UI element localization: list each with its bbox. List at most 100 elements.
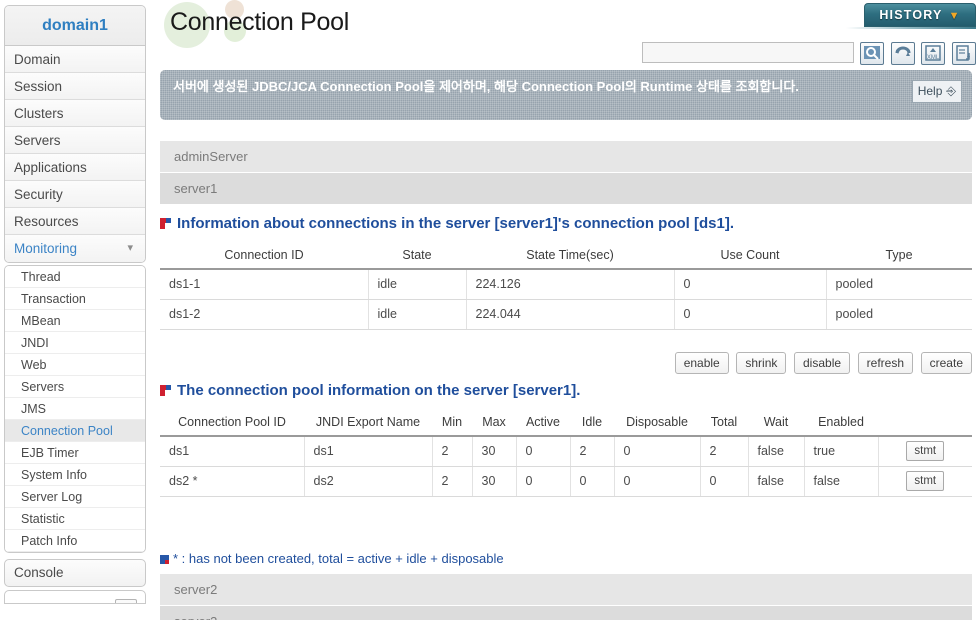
domain-title: domain1 [5, 6, 145, 46]
table-row[interactable]: ds1-2 idle 224.044 0 pooled [160, 299, 972, 330]
sidebar-item-connection-pool[interactable]: Connection Pool [5, 420, 145, 442]
sidebar-item-servers-monitoring[interactable]: Servers [5, 376, 145, 398]
cell-enabled: true [804, 436, 879, 467]
search-icon[interactable] [860, 42, 885, 65]
stmt-button[interactable]: stmt [906, 441, 945, 462]
cell-idle: 2 [570, 436, 615, 467]
help-button[interactable]: Help ⎆ [911, 80, 962, 103]
col-total: Total [700, 410, 748, 437]
enable-button[interactable]: enable [674, 352, 729, 374]
sidebar-item-applications[interactable]: Applications [5, 154, 145, 181]
sidebar-subitem-label: MBean [21, 314, 61, 328]
help-label: Help [917, 84, 943, 98]
sidebar-subitem-label: Server Log [21, 490, 83, 504]
cell-jndi-name: ds2 [304, 466, 433, 497]
table-row[interactable]: ds1 ds1 2 30 0 2 0 2 false true stmt [160, 436, 972, 467]
connection-pool-table: Connection Pool ID JNDI Export Name Min … [160, 410, 972, 497]
connections-table-head: Connection ID State State Time(sec) Use … [160, 243, 972, 270]
sidebar-item-patch-info[interactable]: Patch Info [5, 530, 145, 552]
sidebar-monitoring-submenu: Thread Transaction MBean JNDI Web Server… [4, 265, 146, 553]
notice-text: 서버에 생성된 JDBC/JCA Connection Pool을 제어하며, … [173, 79, 799, 94]
cell-state: idle [368, 269, 467, 300]
sidebar-item-ejb-timer[interactable]: EJB Timer [5, 442, 145, 464]
sidebar-item-clusters[interactable]: Clusters [5, 100, 145, 127]
cell-min: 2 [432, 436, 473, 467]
sidebar-item-console[interactable]: Console [5, 560, 145, 586]
sidebar-item-label: Applications [14, 160, 87, 175]
cell-idle: 0 [570, 466, 615, 497]
cell-active: 0 [516, 466, 571, 497]
server-row-server1[interactable]: server1 [160, 173, 972, 205]
col-min: Min [432, 410, 472, 437]
history-button[interactable]: HISTORY ▼ [864, 3, 976, 27]
refresh-button[interactable]: refresh [857, 352, 914, 374]
server-row-server3[interactable]: server3 [160, 606, 972, 620]
sidebar-item-jndi[interactable]: JNDI [5, 332, 145, 354]
section-marker-icon [160, 385, 171, 396]
col-wait: Wait [748, 410, 804, 437]
sidebar-item-server-log[interactable]: Server Log [5, 486, 145, 508]
cell-wait: false [748, 466, 805, 497]
sidebar-item-label: Session [14, 79, 63, 94]
col-active: Active [516, 410, 570, 437]
cell-state: idle [368, 299, 467, 330]
xml-export-icon[interactable]: XML [921, 42, 946, 65]
sidebar-item-monitoring[interactable]: Monitoring ▾ [5, 235, 145, 262]
cell-connection-id: ds1-2 [160, 299, 369, 330]
section-marker-icon [160, 218, 171, 229]
footnote-text: * : has not been created, total = active… [173, 551, 504, 566]
cell-type: pooled [826, 269, 972, 300]
cell-connection-id: ds1-1 [160, 269, 369, 300]
server-row-adminserver[interactable]: adminServer [160, 141, 972, 173]
shrink-button[interactable]: shrink [736, 352, 787, 374]
col-state: State [368, 243, 466, 270]
history-label: HISTORY [879, 8, 943, 22]
table-header-row: Connection Pool ID JNDI Export Name Min … [160, 410, 972, 437]
cell-wait: false [748, 436, 805, 467]
sidebar-item-mbean[interactable]: MBean [5, 310, 145, 332]
sidebar-item-servers[interactable]: Servers [5, 127, 145, 154]
sidebar-clipped-panel [4, 590, 146, 604]
col-state-time: State Time(sec) [466, 243, 674, 270]
sidebar-item-web[interactable]: Web [5, 354, 145, 376]
sidebar-item-security[interactable]: Security [5, 181, 145, 208]
sidebar-subitem-label: Servers [21, 380, 65, 394]
cell-stmt-action: stmt [878, 436, 972, 467]
question-mark-icon: ⎆ [946, 84, 956, 98]
sidebar-item-label: Security [14, 187, 63, 202]
sidebar-subitem-label: System Info [21, 468, 87, 482]
table-row[interactable]: ds2 * ds2 2 30 0 0 0 0 false false stmt [160, 466, 972, 497]
col-jndi-export-name: JNDI Export Name [304, 410, 432, 437]
create-button[interactable]: create [920, 352, 972, 374]
cell-jndi-name: ds1 [304, 436, 433, 467]
sidebar-item-transaction[interactable]: Transaction [5, 288, 145, 310]
table-row[interactable]: ds1-1 idle 224.126 0 pooled [160, 269, 972, 300]
sidebar-item-system-info[interactable]: System Info [5, 464, 145, 486]
sidebar-item-statistic[interactable]: Statistic [5, 508, 145, 530]
col-idle: Idle [570, 410, 614, 437]
cell-active: 0 [516, 436, 571, 467]
cell-type: pooled [826, 299, 972, 330]
search-input[interactable] [641, 42, 854, 63]
sidebar-item-resources[interactable]: Resources [5, 208, 145, 235]
refresh-icon[interactable] [890, 42, 915, 65]
application-window: domain1 Domain Session Clusters Servers … [0, 0, 980, 620]
export-icon[interactable] [952, 42, 976, 65]
sidebar-top-panel: domain1 Domain Session Clusters Servers … [4, 5, 146, 263]
section-title-text: The connection pool information on the s… [177, 382, 581, 399]
cell-enabled: false [804, 466, 879, 497]
disable-button[interactable]: disable [794, 352, 851, 374]
sidebar-item-thread[interactable]: Thread [5, 266, 145, 288]
pool-table-body: ds1 ds1 2 30 0 2 0 2 false true stmt ds2… [160, 436, 972, 497]
sidebar-item-domain[interactable]: Domain [5, 46, 145, 73]
clipped-input[interactable] [115, 599, 137, 603]
cell-use-count: 0 [674, 299, 827, 330]
stmt-button[interactable]: stmt [906, 471, 945, 491]
cell-use-count: 0 [674, 269, 827, 300]
clipped-link[interactable] [14, 598, 17, 603]
sidebar-item-jms[interactable]: JMS [5, 398, 145, 420]
server-row-server2[interactable]: server2 [160, 574, 972, 606]
history-underline [846, 27, 976, 29]
sidebar-item-session[interactable]: Session [5, 73, 145, 100]
section-title-connections: Information about connections in the ser… [160, 215, 734, 232]
